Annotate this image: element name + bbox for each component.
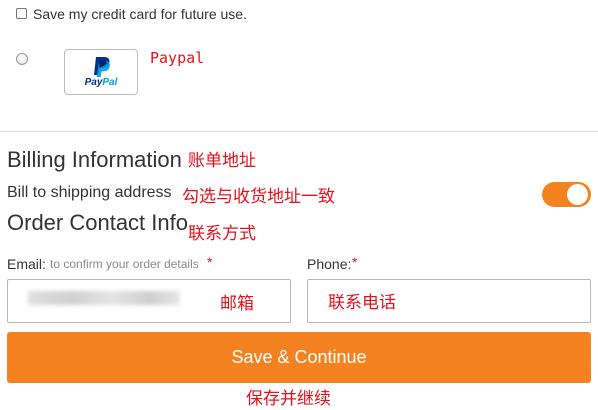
email-annotation: 邮箱	[220, 294, 254, 314]
email-hint: to confirm your order details	[50, 257, 199, 271]
paypal-option[interactable]: PayPal	[64, 49, 138, 95]
save-card-label: Save my credit card for future use.	[33, 6, 247, 22]
email-value-redacted	[28, 291, 180, 305]
save-continue-annotation: 保存并继续	[246, 389, 331, 409]
save-card-checkbox[interactable]	[16, 8, 27, 19]
toggle-knob	[567, 184, 588, 205]
order-contact-info-heading: Order Contact Info	[7, 210, 188, 235]
contact-annotation: 联系方式	[188, 224, 256, 244]
email-label: Email:	[7, 256, 46, 272]
paypal-radio[interactable]	[16, 53, 28, 65]
phone-label: Phone:	[307, 256, 352, 272]
bill-to-shipping-toggle[interactable]	[542, 182, 591, 207]
bill-to-shipping-label: Bill to shipping address	[7, 184, 172, 201]
phone-required-mark: *	[352, 254, 358, 270]
billing-information-heading: Billing Information	[7, 147, 182, 172]
billing-annotation: 账单地址	[188, 151, 256, 171]
bill-to-shipping-annotation: 勾选与收货地址一致	[182, 187, 335, 207]
paypal-annotation: Paypal	[150, 49, 205, 67]
section-divider	[0, 131, 598, 132]
email-required-mark: *	[207, 254, 213, 270]
paypal-logo-icon	[94, 57, 110, 77]
save-continue-button[interactable]: Save & Continue	[7, 332, 591, 383]
paypal-logo-text: PayPal	[84, 77, 118, 88]
phone-annotation: 联系电话	[328, 293, 396, 313]
